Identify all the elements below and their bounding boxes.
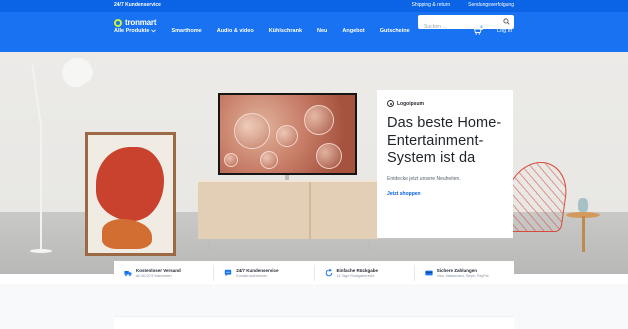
benefits-bar: Kostenloser Versand Ab 50,00 € Warenwert… bbox=[114, 261, 514, 284]
benefit-subtitle: Kontakt aufnehmen bbox=[236, 273, 268, 278]
brand-name: Logoipsum bbox=[397, 100, 424, 107]
return-icon bbox=[325, 268, 332, 276]
nav-smarthome[interactable]: Smarthome bbox=[171, 28, 201, 34]
search-input[interactable] bbox=[418, 20, 498, 34]
lamp-pole bbox=[40, 122, 42, 252]
nav-fridge[interactable]: Kühlschrank bbox=[269, 28, 302, 34]
cart-count-badge: 0 bbox=[479, 25, 484, 30]
chevron-down-icon bbox=[151, 29, 157, 33]
benefit-title: Sichere Zahlungen bbox=[436, 267, 478, 273]
tv bbox=[218, 93, 357, 175]
login-link[interactable]: Log In bbox=[497, 28, 512, 34]
top-links: Shipping & return Sendungsverfolgung bbox=[411, 2, 514, 8]
benefit-title: 24/7 Kundenservice bbox=[236, 267, 279, 273]
hero-subtitle: Entdecke jetzt unsere Neuheiten. bbox=[387, 175, 461, 182]
nav-offer[interactable]: Angebot bbox=[342, 28, 364, 34]
nav-vouchers[interactable]: Gutscheine bbox=[380, 28, 410, 34]
screen-bubble bbox=[234, 113, 270, 149]
tv-screen bbox=[220, 95, 355, 173]
screen-bubble bbox=[224, 153, 238, 167]
benefit-shipping: Kostenloser Versand Ab 50,00 € Warenwert bbox=[114, 265, 213, 281]
brand-row: Logoipsum bbox=[387, 100, 503, 107]
screen-bubble bbox=[304, 105, 334, 135]
site-logo[interactable]: tronmart bbox=[114, 18, 156, 27]
vase bbox=[578, 198, 588, 212]
screen-bubble bbox=[260, 151, 278, 169]
benefit-service: 24/7 Kundenservice Kontakt aufnehmen bbox=[213, 264, 313, 281]
benefit-payments: Sichere Zahlungen Visa, Mastercard, Stri… bbox=[413, 264, 514, 281]
search-box bbox=[418, 15, 514, 34]
benefit-returns: Einfache Rückgabe 14 Tage Rückgaberecht bbox=[313, 264, 414, 281]
top-strip: 24/7 Kundenservice Shipping & return Sen… bbox=[0, 0, 628, 12]
tv-cabinet bbox=[198, 182, 378, 239]
benefit-subtitle: Visa, Mastercard, Stripe, PayPal bbox=[436, 273, 489, 278]
screen-bubble bbox=[276, 125, 298, 147]
benefit-title: Einfache Rückgabe bbox=[336, 267, 379, 273]
card-icon bbox=[425, 270, 433, 275]
nav-all-products-label: Alle Produkte bbox=[114, 28, 150, 34]
search-icon[interactable] bbox=[503, 18, 510, 25]
screen-bubble bbox=[316, 143, 342, 169]
chat-icon bbox=[225, 269, 232, 276]
art-canvas bbox=[88, 135, 173, 253]
next-section-card bbox=[114, 316, 514, 329]
lamp-base bbox=[30, 249, 52, 253]
logo-mark-icon bbox=[114, 18, 122, 27]
cabinet-leg bbox=[208, 239, 210, 251]
nav-all-products[interactable]: Alle Produkte bbox=[114, 28, 157, 34]
hero-banner bbox=[0, 52, 628, 274]
art-orange-shape bbox=[102, 219, 152, 249]
side-table-leg bbox=[582, 216, 585, 252]
service-hint: 24/7 Kundenservice bbox=[114, 2, 161, 8]
cabinet-leg bbox=[368, 239, 370, 251]
hero-title: Das beste Home-Entertainment-System ist … bbox=[387, 115, 502, 166]
art-frame bbox=[85, 132, 176, 256]
lamp-arm bbox=[31, 64, 42, 127]
logo-text: tronmart bbox=[125, 18, 157, 27]
main-nav: Alle Produkte Smarthome Audio & video Kü… bbox=[114, 28, 425, 34]
shipping-return-link[interactable]: Shipping & return bbox=[411, 2, 450, 8]
hero-card: Logoipsum Das beste Home-Entertainment-S… bbox=[377, 90, 513, 238]
brand-logo-icon bbox=[387, 100, 394, 107]
nav-new[interactable]: Neu bbox=[317, 28, 327, 34]
tracking-link[interactable]: Sendungsverfolgung bbox=[468, 2, 514, 8]
benefit-subtitle: 14 Tage Rückgaberecht bbox=[336, 273, 375, 278]
lamp-shade bbox=[57, 52, 97, 92]
art-red-shape bbox=[96, 147, 164, 221]
benefit-subtitle: Ab 50,00 € Warenwert bbox=[136, 273, 172, 278]
nav-audio-video[interactable]: Audio & video bbox=[217, 28, 254, 34]
benefit-title: Kostenloser Versand bbox=[136, 267, 181, 273]
shop-now-link[interactable]: Jetzt shoppen bbox=[387, 191, 421, 197]
truck-icon bbox=[124, 270, 132, 276]
